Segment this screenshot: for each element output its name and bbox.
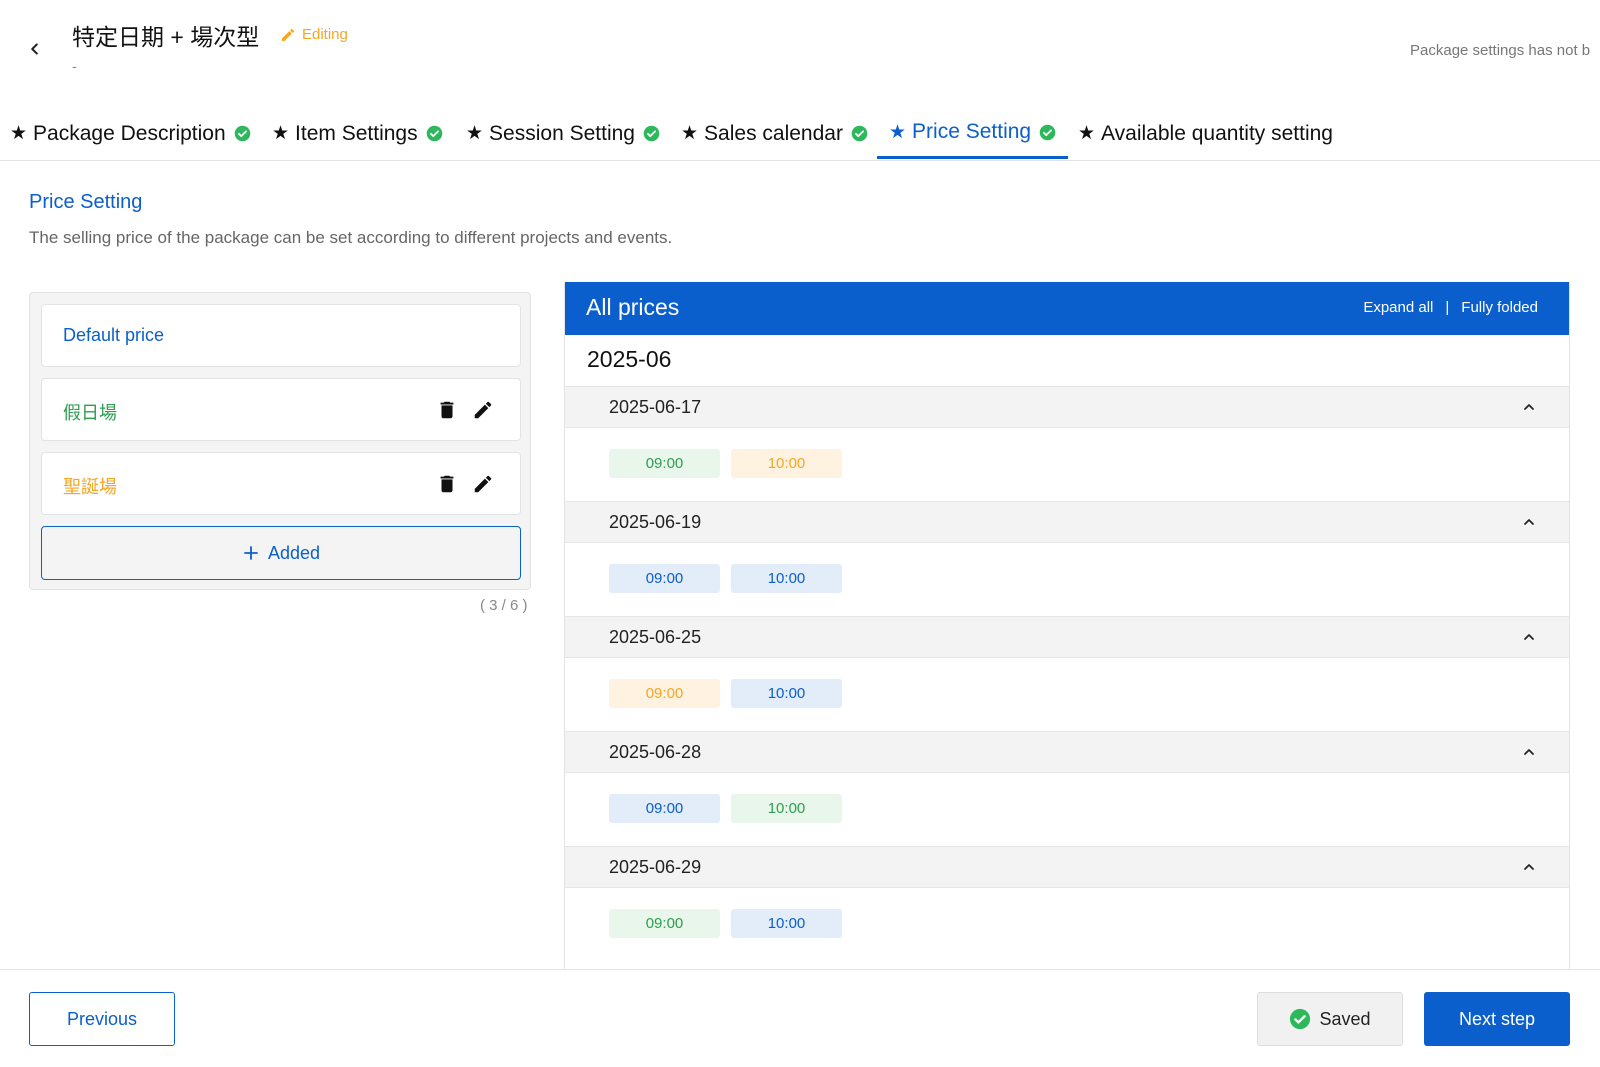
tab-label: Sales calendar bbox=[704, 121, 843, 145]
separator: | bbox=[1445, 299, 1450, 316]
day-header[interactable]: 2025-06-25 bbox=[565, 616, 1569, 658]
star-icon: ★ bbox=[272, 123, 290, 144]
step-tabs: ★ Package Description ★ Item Settings ★ … bbox=[0, 108, 1600, 161]
check-circle-icon bbox=[1039, 124, 1056, 140]
tab-label: Package Description bbox=[33, 121, 226, 145]
price-item-label: Default price bbox=[63, 325, 165, 345]
editing-status: Editing bbox=[280, 26, 348, 43]
day-date: 2025-06-29 bbox=[609, 857, 702, 877]
day-header[interactable]: 2025-06-17 bbox=[565, 386, 1569, 428]
day-date: 2025-06-19 bbox=[609, 512, 702, 532]
session-slot[interactable]: 09:00 bbox=[609, 449, 720, 478]
session-slot[interactable]: 09:00 bbox=[609, 909, 720, 938]
day-date: 2025-06-25 bbox=[609, 627, 702, 647]
all-prices-panel: All prices Expand all | Fully folded 202… bbox=[564, 282, 1570, 970]
session-slot[interactable]: 10:00 bbox=[731, 909, 842, 938]
saved-button[interactable]: Saved bbox=[1257, 992, 1403, 1046]
check-circle-icon bbox=[234, 125, 250, 142]
pencil-icon[interactable] bbox=[472, 473, 494, 495]
all-prices-title: All prices bbox=[586, 294, 680, 320]
day-group: 2025-06-19 09:00 10:00 bbox=[565, 501, 1569, 616]
check-circle-icon bbox=[426, 125, 442, 142]
day-date: 2025-06-28 bbox=[609, 742, 702, 762]
trash-icon[interactable] bbox=[436, 473, 458, 495]
session-slot[interactable]: 09:00 bbox=[609, 794, 720, 823]
day-group: 2025-06-29 09:00 10:00 bbox=[565, 846, 1569, 961]
price-item-default[interactable]: Default price bbox=[41, 304, 521, 367]
check-circle-icon bbox=[643, 125, 660, 142]
day-group: 2025-06-28 09:00 10:00 bbox=[565, 731, 1569, 846]
day-header[interactable]: 2025-06-19 bbox=[565, 501, 1569, 543]
day-group: 2025-06-25 09:00 10:00 bbox=[565, 616, 1569, 731]
price-count: ( 3 / 6 ) bbox=[480, 597, 528, 614]
tab-label: Session Setting bbox=[489, 121, 635, 145]
chevron-up-icon bbox=[1524, 749, 1534, 755]
next-step-button[interactable]: Next step bbox=[1424, 992, 1570, 1046]
chevron-up-icon bbox=[1524, 864, 1534, 870]
price-item-label: 聖誕場 bbox=[63, 477, 117, 497]
back-arrow-icon[interactable] bbox=[24, 38, 46, 60]
session-slot[interactable]: 09:00 bbox=[609, 679, 720, 708]
session-slot[interactable]: 10:00 bbox=[731, 794, 842, 823]
price-item-christmas[interactable]: 聖誕場 bbox=[41, 452, 521, 515]
price-item-holiday[interactable]: 假日場 bbox=[41, 378, 521, 441]
section-description: The selling price of the package can be … bbox=[29, 228, 673, 247]
tab-label: Item Settings bbox=[295, 121, 418, 145]
price-list-panel: Default price 假日場 聖誕場 Added bbox=[29, 292, 531, 590]
day-header[interactable]: 2025-06-28 bbox=[565, 731, 1569, 773]
tab-label: Price Setting bbox=[912, 120, 1032, 143]
check-circle-icon bbox=[1290, 1008, 1311, 1030]
star-icon: ★ bbox=[1078, 123, 1096, 144]
tab-session-setting[interactable]: ★ Session Setting bbox=[466, 108, 660, 159]
section-title: Price Setting bbox=[29, 191, 143, 213]
month-label: 2025-06 bbox=[587, 346, 672, 372]
tab-item-settings[interactable]: ★ Item Settings bbox=[272, 108, 443, 159]
expand-all-link[interactable]: Expand all bbox=[1363, 299, 1433, 316]
fold-actions: Expand all | Fully folded bbox=[1363, 299, 1538, 316]
pencil-icon[interactable] bbox=[472, 399, 494, 421]
day-header[interactable]: 2025-06-29 bbox=[565, 846, 1569, 888]
star-icon: ★ bbox=[10, 123, 28, 144]
session-slot[interactable]: 10:00 bbox=[731, 449, 842, 478]
check-circle-icon bbox=[851, 125, 868, 142]
tab-available-quantity-setting[interactable]: ★ Available quantity setting bbox=[1078, 108, 1333, 159]
star-icon: ★ bbox=[681, 123, 699, 144]
saved-label: Saved bbox=[1319, 1008, 1371, 1029]
tab-price-setting[interactable]: ★ Price Setting bbox=[877, 108, 1069, 159]
session-slot[interactable]: 10:00 bbox=[731, 679, 842, 708]
star-icon: ★ bbox=[466, 123, 484, 144]
editing-label: Editing bbox=[302, 26, 348, 43]
page-subtitle: - bbox=[72, 58, 77, 74]
pencil-icon bbox=[282, 28, 295, 41]
session-slot[interactable]: 10:00 bbox=[731, 564, 842, 593]
chevron-up-icon bbox=[1524, 519, 1534, 525]
page-title: 特定日期 + 場次型 bbox=[72, 24, 260, 50]
footer-bar: Previous Saved Next step bbox=[0, 969, 1600, 1067]
previous-button[interactable]: Previous bbox=[29, 992, 175, 1046]
price-item-label: 假日場 bbox=[63, 403, 117, 423]
star-icon: ★ bbox=[889, 121, 907, 143]
day-date: 2025-06-17 bbox=[609, 397, 702, 417]
all-prices-header: All prices Expand all | Fully folded bbox=[565, 282, 1569, 335]
session-slot[interactable]: 09:00 bbox=[609, 564, 720, 593]
day-group: 2025-06-17 09:00 10:00 bbox=[565, 386, 1569, 501]
settings-notice: Package settings has not b bbox=[1410, 42, 1591, 59]
price-item-actions bbox=[436, 399, 494, 421]
add-price-button[interactable]: Added bbox=[41, 526, 521, 580]
plus-icon bbox=[244, 546, 258, 560]
price-item-actions bbox=[436, 473, 494, 495]
tab-label: Available quantity setting bbox=[1101, 121, 1333, 145]
page-header: 特定日期 + 場次型 Editing - Package settings ha… bbox=[0, 0, 1600, 100]
fully-folded-link[interactable]: Fully folded bbox=[1461, 299, 1538, 316]
tab-sales-calendar[interactable]: ★ Sales calendar bbox=[681, 108, 868, 159]
tab-package-description[interactable]: ★ Package Description bbox=[10, 108, 251, 159]
trash-icon[interactable] bbox=[436, 399, 458, 421]
chevron-up-icon bbox=[1524, 634, 1534, 640]
chevron-up-icon bbox=[1524, 404, 1534, 410]
add-price-label: Added bbox=[267, 542, 321, 563]
